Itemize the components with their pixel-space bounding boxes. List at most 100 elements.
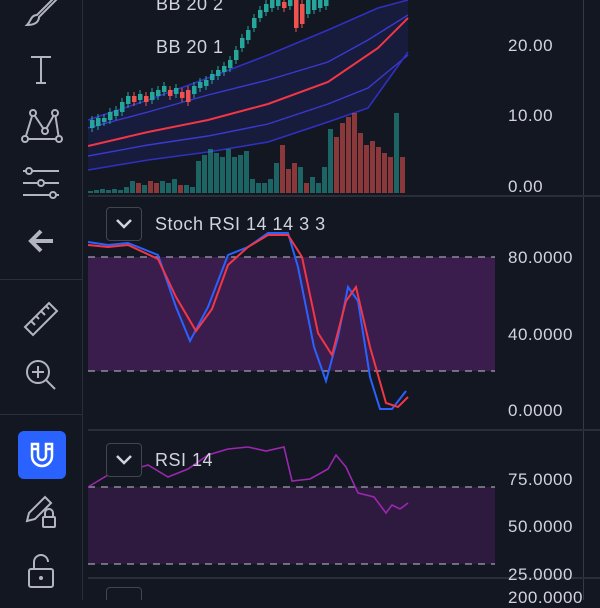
candle-body xyxy=(192,86,197,94)
candle-body xyxy=(264,4,269,12)
measure-tool[interactable] xyxy=(16,296,66,342)
brush-tool[interactable] xyxy=(16,0,66,34)
bottom-tick: 200.0000 xyxy=(508,588,583,607)
zoom-tool[interactable] xyxy=(16,352,66,398)
volume-bar xyxy=(172,179,177,193)
bottom-collapse-button[interactable] xyxy=(106,587,142,600)
rsi-tick: 75.0000 xyxy=(508,470,573,489)
pattern-tool[interactable] xyxy=(16,102,66,148)
candle-body xyxy=(90,120,95,128)
candle-body xyxy=(324,0,329,6)
price-tick: 10.00 xyxy=(508,106,554,125)
volume-bar xyxy=(130,181,135,193)
volume-bar xyxy=(166,183,171,193)
candle-body xyxy=(162,86,167,92)
lock-drawings-tool[interactable] xyxy=(16,488,66,534)
volume-bar xyxy=(316,183,321,193)
chart-area[interactable]: BB 20 2 BB 20 1 20.00 10.00 0.00 Stoch R… xyxy=(88,0,600,607)
candle-body xyxy=(282,2,287,8)
candle-body xyxy=(96,118,101,126)
back-tool[interactable] xyxy=(16,218,66,264)
rsi-collapse-button[interactable] xyxy=(106,443,142,477)
fib-retracement-icon xyxy=(23,167,59,199)
volume-bar xyxy=(160,181,165,193)
candle-body xyxy=(234,50,239,60)
volume-bar xyxy=(244,151,249,193)
volume-bar xyxy=(334,137,339,193)
stoch-tick: 40.0000 xyxy=(508,325,573,344)
rsi-pane[interactable]: RSI 14 xyxy=(88,431,600,577)
toolbar-divider xyxy=(0,279,82,280)
volume-bar xyxy=(118,190,123,193)
candle-body xyxy=(288,0,293,6)
volume-bar xyxy=(400,157,405,193)
candle-body xyxy=(258,10,263,18)
volume-bar xyxy=(298,167,303,193)
volume-bar xyxy=(364,145,369,193)
lock-all-tool[interactable] xyxy=(16,548,66,594)
candle-body xyxy=(240,38,245,48)
volume-bar xyxy=(292,163,297,193)
candle-body xyxy=(144,96,149,102)
volume-bar xyxy=(274,163,279,193)
candle-body xyxy=(222,66,227,72)
candle-body xyxy=(108,112,113,120)
volume-bar xyxy=(256,183,261,193)
volume-bar xyxy=(88,191,93,193)
price-pane[interactable]: BB 20 2 BB 20 1 xyxy=(88,0,600,195)
candle-body xyxy=(138,94,143,100)
text-tool[interactable] xyxy=(16,46,66,92)
pencil-lock-icon xyxy=(25,495,56,528)
volume-bar xyxy=(226,149,231,193)
candle-body xyxy=(306,0,311,14)
candle-body xyxy=(186,90,191,102)
volume-bar xyxy=(388,157,393,193)
text-icon xyxy=(31,56,51,84)
volume-bar xyxy=(262,183,267,193)
stoch-rsi-pane[interactable]: Stoch RSI 14 14 3 3 xyxy=(88,197,600,429)
volume-bar xyxy=(394,113,399,193)
candle-body xyxy=(228,60,233,68)
volume-bar xyxy=(352,113,357,193)
stoch-legend: Stoch RSI 14 14 3 3 xyxy=(155,214,326,234)
volume-bar xyxy=(358,133,363,193)
volume-bar xyxy=(154,183,159,193)
candle-body xyxy=(312,0,317,10)
bottom-axis-line xyxy=(583,579,584,600)
volume-bar xyxy=(106,190,111,193)
stoch-axis-line xyxy=(583,197,584,429)
rsi-legend: RSI 14 xyxy=(155,450,214,470)
price-tick: 0.00 xyxy=(508,177,544,196)
volume-bar xyxy=(382,153,387,193)
stoch-collapse-button[interactable] xyxy=(106,207,142,241)
volume-bar xyxy=(112,189,117,193)
candle-body xyxy=(102,118,107,122)
rsi-band xyxy=(88,487,495,564)
volume-bar xyxy=(202,155,207,193)
candle-body xyxy=(168,90,173,96)
price-chart xyxy=(88,0,409,193)
candle-body xyxy=(252,18,257,28)
candle-body xyxy=(204,80,209,86)
candle-body xyxy=(132,96,137,102)
candle-body xyxy=(300,4,305,24)
candle-body xyxy=(126,96,131,104)
magnet-tool[interactable] xyxy=(18,431,66,479)
stoch-tick: 80.0000 xyxy=(508,248,573,267)
volume-bar xyxy=(346,117,351,193)
fib-tool[interactable] xyxy=(16,160,66,206)
chevron-down-icon xyxy=(116,219,132,229)
volume-bar xyxy=(238,155,243,193)
candle-body xyxy=(198,82,203,88)
volume-bar xyxy=(178,185,183,193)
volume-bar xyxy=(94,190,99,193)
volume-bar xyxy=(310,177,315,193)
rsi-tick: 50.0000 xyxy=(508,517,573,536)
candle-body xyxy=(180,92,185,98)
volume-bar xyxy=(304,183,309,193)
zoom-in-icon xyxy=(26,360,56,390)
candle-body xyxy=(120,102,125,112)
volume-bar xyxy=(124,187,129,193)
volume-bar xyxy=(184,185,189,193)
bb-legend-outer: BB 20 2 xyxy=(156,0,224,14)
